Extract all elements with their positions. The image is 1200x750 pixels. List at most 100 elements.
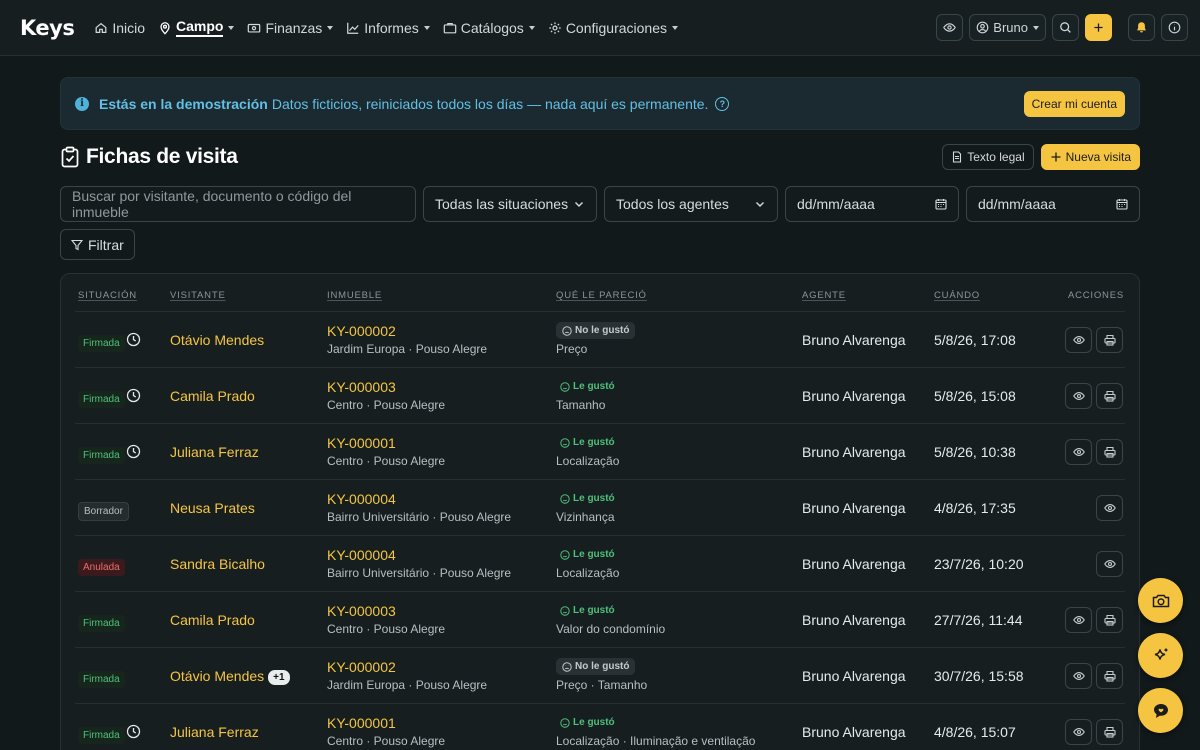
- visitor-link[interactable]: Camila Prado: [170, 388, 255, 404]
- table-row[interactable]: Firmada Juliana Ferraz KY-000001 Centro · P…: [75, 703, 1125, 750]
- info-button[interactable]: [1161, 14, 1188, 41]
- situation-select[interactable]: Todas las situaciones: [423, 186, 597, 222]
- filter-button[interactable]: Filtrar: [60, 229, 135, 260]
- visitor-link[interactable]: Otávio Mendes: [170, 332, 264, 348]
- visit-datetime: 5/8/26, 15:08: [934, 388, 1016, 404]
- property-code-link[interactable]: KY-000002: [327, 323, 487, 339]
- user-name: Bruno: [993, 20, 1028, 35]
- calendar-icon[interactable]: [1116, 198, 1128, 210]
- create-account-button[interactable]: Crear mi cuenta: [1023, 90, 1125, 117]
- reaction-badge: No le gustó: [556, 322, 636, 339]
- property-code-link[interactable]: KY-000003: [327, 603, 445, 619]
- banner-title: Estás en la demostración: [99, 95, 268, 112]
- agent-select[interactable]: Todos los agentes: [604, 186, 778, 222]
- header-visitor[interactable]: Visitante: [170, 290, 226, 301]
- user-menu-button[interactable]: Bruno: [969, 14, 1046, 41]
- table-row[interactable]: Firmada Camila Prado KY-000003 Centro · Pou…: [75, 367, 1125, 423]
- reaction-badge: Le gustó: [556, 490, 621, 507]
- reaction-label: Le gustó: [573, 717, 615, 728]
- new-visit-button[interactable]: Nueva visita: [1040, 144, 1140, 170]
- nav-item-finanzas[interactable]: Finanzas: [247, 13, 334, 43]
- agent-name: Bruno Alvarenga: [802, 668, 906, 684]
- nav-item-configuraciones[interactable]: Configuraciones: [548, 13, 678, 43]
- view-button[interactable]: [1096, 495, 1123, 521]
- nav-label: Informes: [364, 19, 419, 36]
- date-to-input[interactable]: dd/mm/aaaa: [966, 186, 1140, 222]
- visitor-link[interactable]: Sandra Bicalho: [170, 556, 265, 572]
- property-code-link[interactable]: KY-000003: [327, 379, 445, 395]
- date-from-input[interactable]: dd/mm/aaaa: [785, 186, 959, 222]
- print-button[interactable]: [1096, 607, 1123, 633]
- view-button[interactable]: [1065, 383, 1092, 409]
- header-when[interactable]: Cuándo: [934, 290, 980, 301]
- notifications-button[interactable]: [1128, 14, 1155, 41]
- nav-item-catalogos[interactable]: Catálogos: [443, 13, 535, 43]
- toggle-visibility-button[interactable]: [936, 14, 964, 41]
- property-code-link[interactable]: KY-000004: [327, 491, 511, 507]
- print-button[interactable]: [1096, 439, 1123, 465]
- nav-label: Campo: [176, 18, 224, 37]
- page-header: Fichas de visita Texto legal Nueva visit…: [60, 141, 1140, 173]
- header-situation[interactable]: Situación: [78, 290, 137, 301]
- camera-fab-button[interactable]: [1138, 578, 1183, 623]
- view-button[interactable]: [1065, 439, 1092, 465]
- header-reaction[interactable]: Qué le pareció: [556, 290, 647, 301]
- property-address: Centro · Pouso Alegre: [327, 398, 446, 412]
- legal-text-button[interactable]: Texto legal: [942, 144, 1034, 170]
- eye-icon: [1072, 334, 1085, 346]
- visitor-link[interactable]: Juliana Ferraz: [170, 724, 259, 740]
- visitor-link[interactable]: Juliana Ferraz: [170, 444, 259, 460]
- reaction-reason: Localização: [556, 454, 620, 468]
- table-row[interactable]: Firmada Otávio Mendes KY-000002 Jardim Euro…: [75, 311, 1125, 367]
- search-input[interactable]: Buscar por visitante, documento o código…: [60, 186, 416, 222]
- property-code-link[interactable]: KY-000001: [327, 435, 445, 451]
- clock-icon: [126, 444, 141, 459]
- header-property[interactable]: Inmueble: [327, 290, 382, 301]
- nav-item-campo[interactable]: Campo: [158, 13, 235, 43]
- visit-datetime: 5/8/26, 10:38: [934, 444, 1016, 460]
- table-row[interactable]: Firmada Camila Prado KY-000003 Centro · Pou…: [75, 591, 1125, 647]
- agent-value: Todos los agentes: [616, 196, 729, 212]
- reaction-badge: Le gustó: [556, 378, 621, 395]
- printer-icon: [1103, 670, 1116, 682]
- property-code-link[interactable]: KY-000001: [327, 715, 445, 731]
- print-button[interactable]: [1096, 719, 1123, 745]
- visitor-link[interactable]: Neusa Prates: [170, 500, 255, 516]
- search-button[interactable]: [1052, 14, 1079, 41]
- demo-banner: i Estás en la demostración Datos fictici…: [60, 77, 1140, 130]
- table-row[interactable]: Firmada Juliana Ferraz KY-000001 Centro · P…: [75, 423, 1125, 479]
- view-button[interactable]: [1065, 607, 1092, 633]
- view-button[interactable]: [1065, 327, 1092, 353]
- eye-icon: [1072, 614, 1085, 626]
- print-button[interactable]: [1096, 383, 1123, 409]
- view-button[interactable]: [1096, 551, 1123, 577]
- view-button[interactable]: [1065, 663, 1092, 689]
- help-icon[interactable]: ?: [715, 96, 730, 111]
- print-button[interactable]: [1096, 327, 1123, 353]
- table-row[interactable]: Borrador Neusa Prates KY-000004 Bairro Univ…: [75, 479, 1125, 535]
- app-logo[interactable]: Keys: [20, 16, 75, 40]
- property-address: Centro · Pouso Alegre: [327, 622, 446, 636]
- property-code-link[interactable]: KY-000002: [327, 659, 487, 675]
- info-icon: i: [75, 96, 89, 111]
- table-row[interactable]: Anulada Sandra Bicalho KY-000004 Bairro Uni…: [75, 535, 1125, 591]
- reaction-label: No le gustó: [575, 661, 630, 672]
- ai-assistant-fab-button[interactable]: [1138, 633, 1183, 678]
- funnel-icon: [71, 239, 83, 251]
- gear-icon: [548, 21, 562, 35]
- print-button[interactable]: [1096, 663, 1123, 689]
- view-button[interactable]: [1065, 719, 1092, 745]
- filter-label: Filtrar: [88, 236, 124, 253]
- visitor-link[interactable]: Otávio Mendes: [170, 668, 264, 684]
- chat-fab-button[interactable]: [1138, 688, 1183, 733]
- smile-icon: [560, 381, 570, 392]
- nav-item-informes[interactable]: Informes: [346, 13, 430, 43]
- header-agent[interactable]: Agente: [802, 290, 846, 301]
- table-row[interactable]: Firmada Otávio Mendes +1 KY-000002 Jardim Eu…: [75, 647, 1125, 703]
- property-code-link[interactable]: KY-000004: [327, 547, 511, 563]
- quick-add-button[interactable]: [1085, 14, 1112, 41]
- visitor-link[interactable]: Camila Prado: [170, 612, 255, 628]
- nav-item-inicio[interactable]: Inicio: [94, 13, 145, 43]
- smile-icon: [560, 437, 570, 448]
- calendar-icon[interactable]: [935, 198, 947, 210]
